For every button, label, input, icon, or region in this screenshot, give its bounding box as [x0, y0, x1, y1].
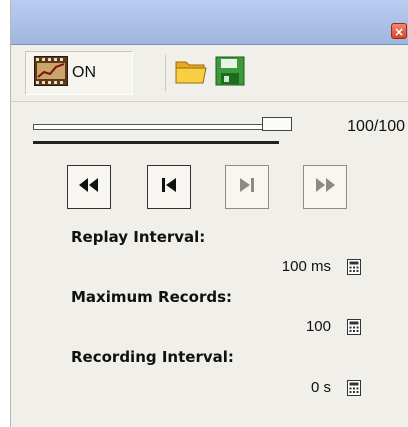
replay-progress-bar — [33, 141, 279, 144]
record-toggle-button[interactable]: ON — [25, 51, 133, 95]
save-button[interactable] — [211, 51, 249, 95]
step-forward-button[interactable] — [225, 165, 269, 209]
calculator-icon[interactable] — [347, 259, 361, 275]
max-records-label: Maximum Records: — [71, 288, 233, 306]
rewind-icon — [78, 178, 100, 196]
toolbar-separator — [165, 55, 166, 91]
step-back-icon — [160, 178, 178, 196]
floppy-disk-icon — [215, 56, 245, 90]
calculator-icon[interactable] — [347, 319, 361, 335]
film-chart-icon — [34, 56, 68, 90]
fast-forward-icon — [314, 178, 336, 196]
record-toggle-label: ON — [72, 64, 96, 81]
fast-forward-button[interactable] — [303, 165, 347, 209]
close-button[interactable]: × — [391, 23, 407, 39]
rewind-button[interactable] — [67, 165, 111, 209]
folder-icon — [174, 56, 208, 90]
replay-interval-label: Replay Interval: — [71, 228, 206, 246]
calculator-icon[interactable] — [347, 380, 361, 396]
slider-thumb[interactable] — [262, 117, 292, 131]
step-back-button[interactable] — [147, 165, 191, 209]
title-bar: × — [11, 0, 408, 45]
recording-interval-value: 0 s — [310, 379, 331, 396]
max-records-value: 100 — [305, 318, 331, 335]
replay-position-slider[interactable] — [33, 124, 273, 130]
open-button[interactable] — [173, 51, 209, 95]
recording-interval-label: Recording Interval: — [71, 348, 234, 366]
replay-interval-value: 100 ms — [281, 258, 331, 275]
step-forward-icon — [238, 178, 256, 196]
replay-position-readout: 100/100 — [347, 118, 405, 135]
toolbar: ON — [11, 45, 408, 102]
replay-panel: × ON 100/100 Replay Interval: 100 ms Max… — [10, 0, 408, 427]
